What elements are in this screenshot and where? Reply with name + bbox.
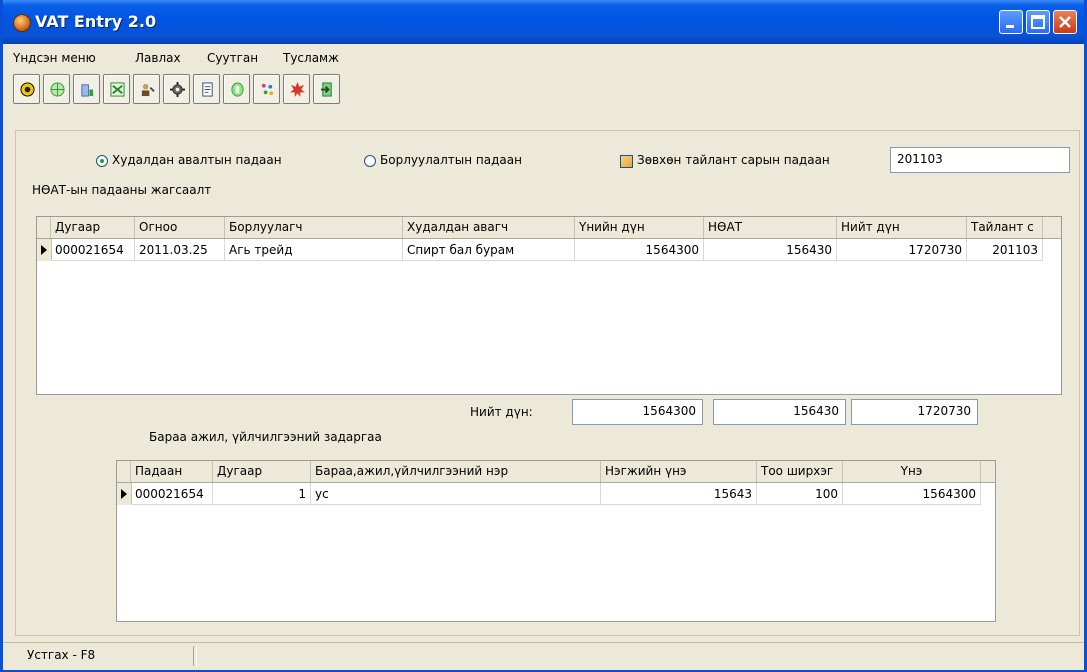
toolbar-button-1[interactable]: [13, 74, 40, 104]
globe-icon: [50, 82, 65, 97]
col-number[interactable]: Дугаар: [51, 217, 135, 238]
cell-unit-price[interactable]: 15643: [601, 483, 757, 505]
toolbar-button-5[interactable]: [133, 74, 160, 104]
col-price[interactable]: Үнэ: [843, 461, 981, 482]
toolbar-button-4[interactable]: [103, 74, 130, 104]
details-title: Бараа ажил, үйлчилгээний задаргаа: [149, 430, 382, 444]
col-item-name[interactable]: Бараа,ажил,үйлчилгээний нэр: [311, 461, 601, 482]
cell-invoice[interactable]: 000021654: [131, 483, 213, 505]
col-buyer[interactable]: Худалдан авагч: [403, 217, 575, 238]
menu-reference[interactable]: Лавлах: [135, 51, 181, 65]
invoice-grid-header: Дугаар Огноо Борлуулагч Худалдан авагч Ү…: [37, 217, 1061, 239]
toolbar-button-8[interactable]: [223, 74, 250, 104]
cell-vat[interactable]: 156430: [704, 239, 837, 261]
toolbar-button-3[interactable]: [73, 74, 100, 104]
cell-number[interactable]: 000021654: [51, 239, 135, 261]
toolbar-button-9[interactable]: [253, 74, 280, 104]
title-bar[interactable]: VAT Entry 2.0: [3, 0, 1084, 44]
total-label: Нийт дүн:: [470, 405, 533, 419]
close-icon: [1059, 16, 1071, 28]
total-amount-field: 1564300: [572, 399, 703, 425]
radio-sales[interactable]: [364, 155, 376, 167]
radio-purchase-label: Худалдан авалтын падаан: [112, 153, 282, 167]
invoice-indicator-header: [37, 217, 51, 238]
col-vat[interactable]: НӨАТ: [704, 217, 837, 238]
menu-main[interactable]: Үндсэн меню: [13, 51, 96, 65]
cell-total[interactable]: 1720730: [837, 239, 967, 261]
document-icon: [202, 82, 213, 97]
building-icon: [81, 84, 94, 97]
col-period[interactable]: Тайлант с: [967, 217, 1043, 238]
period-input[interactable]: 201103: [890, 147, 1070, 173]
cell-line-number[interactable]: 1: [213, 483, 311, 505]
toolbar-button-11[interactable]: [313, 74, 340, 104]
period-only-label: Зөвхөн тайлант сарын падаан: [637, 153, 830, 167]
spreadsheet-icon: [110, 82, 125, 97]
gear-icon: [170, 82, 185, 97]
app-icon: [13, 14, 31, 32]
row-indicator: [117, 483, 132, 505]
col-quantity[interactable]: Тоо ширхэг: [757, 461, 843, 482]
close-button[interactable]: [1053, 10, 1077, 34]
toolbar-button-6[interactable]: [163, 74, 190, 104]
menu-help[interactable]: Тусламж: [283, 51, 339, 65]
col-seller[interactable]: Борлуулагч: [225, 217, 403, 238]
toolbar-button-7[interactable]: [193, 74, 220, 104]
details-indicator-header: [117, 461, 131, 482]
details-grid[interactable]: Падаан Дугаар Бараа,ажил,үйлчилгээний нэ…: [116, 460, 996, 622]
current-row-icon: [41, 245, 47, 255]
col-line-number[interactable]: Дугаар: [213, 461, 311, 482]
total-vat-field: 156430: [713, 399, 846, 425]
cell-amount[interactable]: 1564300: [575, 239, 704, 261]
cell-period[interactable]: 201103: [967, 239, 1043, 261]
radio-sales-label: Борлуулалтын падаан: [380, 153, 522, 167]
shield-icon: [231, 82, 244, 97]
menu-bar: Үндсэн меню Лавлах Суутган Тусламж: [3, 48, 1084, 70]
table-row[interactable]: 000021654 2011.03.25 Агь трейд Спирт бал…: [37, 239, 1043, 261]
status-separator: [193, 646, 197, 666]
cell-buyer[interactable]: Спирт бал бурам: [403, 239, 575, 261]
col-invoice[interactable]: Падаан: [131, 461, 213, 482]
minimize-button[interactable]: [999, 10, 1023, 34]
sparkle-icon: [261, 83, 274, 96]
maximize-button[interactable]: [1026, 10, 1050, 34]
status-hint: Устгах - F8: [27, 648, 96, 662]
cell-seller[interactable]: Агь трейд: [225, 239, 403, 261]
total-sum-field: 1720730: [851, 399, 978, 425]
table-row[interactable]: 000021654 1 ус 15643 100 1564300: [117, 483, 981, 505]
toolbar-button-10[interactable]: [283, 74, 310, 104]
radio-purchase[interactable]: [96, 155, 108, 167]
details-grid-header: Падаан Дугаар Бараа,ажил,үйлчилгээний нэ…: [117, 461, 995, 483]
cell-item-name[interactable]: ус: [311, 483, 601, 505]
col-total[interactable]: Нийт дүн: [837, 217, 967, 238]
current-row-icon: [121, 489, 127, 499]
maximize-icon: [1031, 15, 1045, 29]
row-indicator: [37, 239, 52, 261]
cell-quantity[interactable]: 100: [757, 483, 843, 505]
col-amount[interactable]: Үнийн дүн: [575, 217, 704, 238]
app-window: VAT Entry 2.0 Үндсэн меню Лавлах Суутган…: [0, 0, 1087, 672]
invoice-list-title: НӨАТ-ын падааны жагсаалт: [32, 183, 212, 197]
col-date[interactable]: Огноо: [135, 217, 225, 238]
window-title: VAT Entry 2.0: [35, 12, 157, 31]
minimize-icon: [1006, 25, 1014, 28]
exit-door-icon: [320, 82, 332, 97]
flower-yellow-icon: [20, 82, 35, 97]
period-only-checkbox[interactable]: [620, 155, 633, 168]
star-burst-icon: [290, 82, 305, 97]
status-bar: Устгах - F8: [3, 642, 1084, 670]
cell-price[interactable]: 1564300: [843, 483, 981, 505]
invoice-grid[interactable]: Дугаар Огноо Борлуулагч Худалдан авагч Ү…: [36, 216, 1062, 395]
menu-withholding[interactable]: Суутган: [207, 51, 258, 65]
col-unit-price[interactable]: Нэгжийн үнэ: [601, 461, 757, 482]
cell-date[interactable]: 2011.03.25: [135, 239, 225, 261]
user-edit-icon: [141, 83, 155, 97]
toolbar-button-2[interactable]: [43, 74, 70, 104]
